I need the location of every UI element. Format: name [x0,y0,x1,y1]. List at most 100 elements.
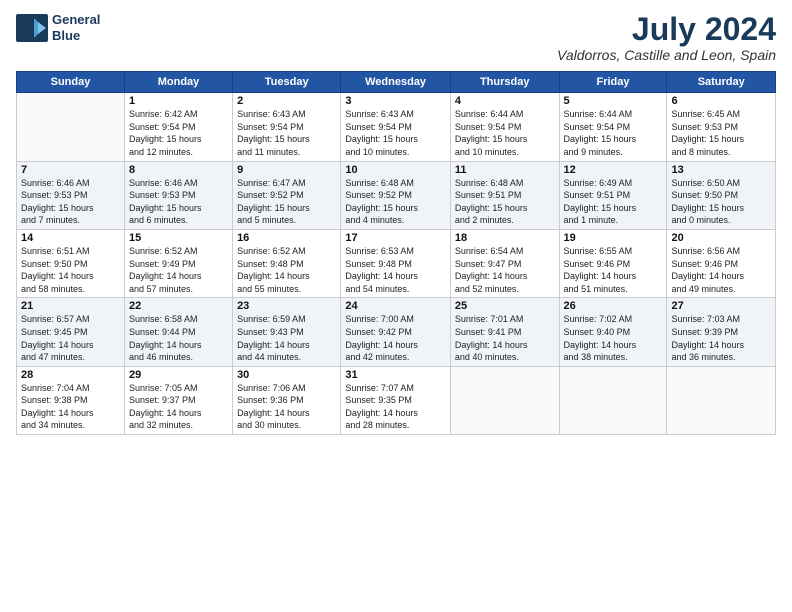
calendar-cell: 22Sunrise: 6:58 AM Sunset: 9:44 PM Dayli… [124,298,232,366]
day-number: 15 [129,232,228,244]
calendar-cell [17,93,125,161]
calendar-cell: 17Sunrise: 6:53 AM Sunset: 9:48 PM Dayli… [341,229,451,297]
day-number: 24 [345,300,446,312]
calendar-cell: 23Sunrise: 6:59 AM Sunset: 9:43 PM Dayli… [233,298,341,366]
calendar-cell [559,366,667,434]
day-info: Sunrise: 6:58 AM Sunset: 9:44 PM Dayligh… [129,313,228,363]
week-row-5: 28Sunrise: 7:04 AM Sunset: 9:38 PM Dayli… [17,366,776,434]
day-number: 20 [671,232,771,244]
day-number: 10 [345,164,446,176]
day-info: Sunrise: 6:43 AM Sunset: 9:54 PM Dayligh… [345,108,446,158]
calendar-cell: 4Sunrise: 6:44 AM Sunset: 9:54 PM Daylig… [450,93,559,161]
day-number: 26 [564,300,663,312]
day-number: 19 [564,232,663,244]
calendar-cell: 30Sunrise: 7:06 AM Sunset: 9:36 PM Dayli… [233,366,341,434]
calendar-cell: 6Sunrise: 6:45 AM Sunset: 9:53 PM Daylig… [667,93,776,161]
day-number: 29 [129,369,228,381]
calendar-cell: 10Sunrise: 6:48 AM Sunset: 9:52 PM Dayli… [341,161,451,229]
day-info: Sunrise: 6:46 AM Sunset: 9:53 PM Dayligh… [129,177,228,227]
col-saturday: Saturday [667,72,776,93]
calendar-cell: 19Sunrise: 6:55 AM Sunset: 9:46 PM Dayli… [559,229,667,297]
day-number: 1 [129,95,228,107]
day-info: Sunrise: 6:50 AM Sunset: 9:50 PM Dayligh… [671,177,771,227]
day-info: Sunrise: 6:43 AM Sunset: 9:54 PM Dayligh… [237,108,336,158]
day-number: 22 [129,300,228,312]
title-block: July 2024 Valdorros, Castille and Leon, … [557,12,776,63]
calendar-cell: 15Sunrise: 6:52 AM Sunset: 9:49 PM Dayli… [124,229,232,297]
calendar-cell: 7Sunrise: 6:46 AM Sunset: 9:53 PM Daylig… [17,161,125,229]
day-number: 4 [455,95,555,107]
logo-icon [16,14,48,42]
calendar-cell: 27Sunrise: 7:03 AM Sunset: 9:39 PM Dayli… [667,298,776,366]
col-friday: Friday [559,72,667,93]
calendar-cell: 18Sunrise: 6:54 AM Sunset: 9:47 PM Dayli… [450,229,559,297]
calendar-cell: 28Sunrise: 7:04 AM Sunset: 9:38 PM Dayli… [17,366,125,434]
location-title: Valdorros, Castille and Leon, Spain [557,47,776,63]
calendar-cell: 25Sunrise: 7:01 AM Sunset: 9:41 PM Dayli… [450,298,559,366]
day-number: 14 [21,232,120,244]
calendar-cell: 8Sunrise: 6:46 AM Sunset: 9:53 PM Daylig… [124,161,232,229]
calendar-cell: 24Sunrise: 7:00 AM Sunset: 9:42 PM Dayli… [341,298,451,366]
day-number: 13 [671,164,771,176]
day-info: Sunrise: 7:02 AM Sunset: 9:40 PM Dayligh… [564,313,663,363]
day-info: Sunrise: 6:44 AM Sunset: 9:54 PM Dayligh… [455,108,555,158]
calendar-cell [450,366,559,434]
calendar-cell: 20Sunrise: 6:56 AM Sunset: 9:46 PM Dayli… [667,229,776,297]
day-info: Sunrise: 6:53 AM Sunset: 9:48 PM Dayligh… [345,245,446,295]
day-info: Sunrise: 7:03 AM Sunset: 9:39 PM Dayligh… [671,313,771,363]
day-number: 12 [564,164,663,176]
day-info: Sunrise: 7:07 AM Sunset: 9:35 PM Dayligh… [345,382,446,432]
day-info: Sunrise: 6:54 AM Sunset: 9:47 PM Dayligh… [455,245,555,295]
day-info: Sunrise: 6:51 AM Sunset: 9:50 PM Dayligh… [21,245,120,295]
calendar-cell: 5Sunrise: 6:44 AM Sunset: 9:54 PM Daylig… [559,93,667,161]
week-row-2: 7Sunrise: 6:46 AM Sunset: 9:53 PM Daylig… [17,161,776,229]
day-info: Sunrise: 6:57 AM Sunset: 9:45 PM Dayligh… [21,313,120,363]
day-number: 5 [564,95,663,107]
calendar-cell: 1Sunrise: 6:42 AM Sunset: 9:54 PM Daylig… [124,93,232,161]
day-info: Sunrise: 6:52 AM Sunset: 9:49 PM Dayligh… [129,245,228,295]
day-number: 27 [671,300,771,312]
day-info: Sunrise: 7:01 AM Sunset: 9:41 PM Dayligh… [455,313,555,363]
day-number: 25 [455,300,555,312]
page: General Blue July 2024 Valdorros, Castil… [0,0,792,612]
week-row-4: 21Sunrise: 6:57 AM Sunset: 9:45 PM Dayli… [17,298,776,366]
day-info: Sunrise: 6:56 AM Sunset: 9:46 PM Dayligh… [671,245,771,295]
calendar-table: Sunday Monday Tuesday Wednesday Thursday… [16,71,776,435]
day-number: 28 [21,369,120,381]
calendar-cell: 26Sunrise: 7:02 AM Sunset: 9:40 PM Dayli… [559,298,667,366]
day-number: 6 [671,95,771,107]
calendar-cell: 9Sunrise: 6:47 AM Sunset: 9:52 PM Daylig… [233,161,341,229]
calendar-cell: 14Sunrise: 6:51 AM Sunset: 9:50 PM Dayli… [17,229,125,297]
header: General Blue July 2024 Valdorros, Castil… [16,12,776,63]
calendar-cell: 3Sunrise: 6:43 AM Sunset: 9:54 PM Daylig… [341,93,451,161]
month-title: July 2024 [557,12,776,47]
logo-line2: Blue [52,28,100,44]
day-info: Sunrise: 6:46 AM Sunset: 9:53 PM Dayligh… [21,177,120,227]
day-number: 7 [21,164,120,176]
day-number: 17 [345,232,446,244]
col-monday: Monday [124,72,232,93]
week-row-3: 14Sunrise: 6:51 AM Sunset: 9:50 PM Dayli… [17,229,776,297]
day-info: Sunrise: 6:59 AM Sunset: 9:43 PM Dayligh… [237,313,336,363]
day-info: Sunrise: 6:52 AM Sunset: 9:48 PM Dayligh… [237,245,336,295]
day-info: Sunrise: 6:48 AM Sunset: 9:52 PM Dayligh… [345,177,446,227]
day-number: 11 [455,164,555,176]
day-info: Sunrise: 7:06 AM Sunset: 9:36 PM Dayligh… [237,382,336,432]
day-number: 30 [237,369,336,381]
calendar-cell [667,366,776,434]
day-info: Sunrise: 6:49 AM Sunset: 9:51 PM Dayligh… [564,177,663,227]
day-number: 9 [237,164,336,176]
col-tuesday: Tuesday [233,72,341,93]
calendar-cell: 13Sunrise: 6:50 AM Sunset: 9:50 PM Dayli… [667,161,776,229]
calendar-cell: 12Sunrise: 6:49 AM Sunset: 9:51 PM Dayli… [559,161,667,229]
week-row-1: 1Sunrise: 6:42 AM Sunset: 9:54 PM Daylig… [17,93,776,161]
calendar-cell: 16Sunrise: 6:52 AM Sunset: 9:48 PM Dayli… [233,229,341,297]
col-thursday: Thursday [450,72,559,93]
day-info: Sunrise: 6:47 AM Sunset: 9:52 PM Dayligh… [237,177,336,227]
calendar-cell: 11Sunrise: 6:48 AM Sunset: 9:51 PM Dayli… [450,161,559,229]
day-info: Sunrise: 6:45 AM Sunset: 9:53 PM Dayligh… [671,108,771,158]
calendar-header-row: Sunday Monday Tuesday Wednesday Thursday… [17,72,776,93]
day-info: Sunrise: 6:48 AM Sunset: 9:51 PM Dayligh… [455,177,555,227]
calendar-cell: 21Sunrise: 6:57 AM Sunset: 9:45 PM Dayli… [17,298,125,366]
calendar-cell: 31Sunrise: 7:07 AM Sunset: 9:35 PM Dayli… [341,366,451,434]
